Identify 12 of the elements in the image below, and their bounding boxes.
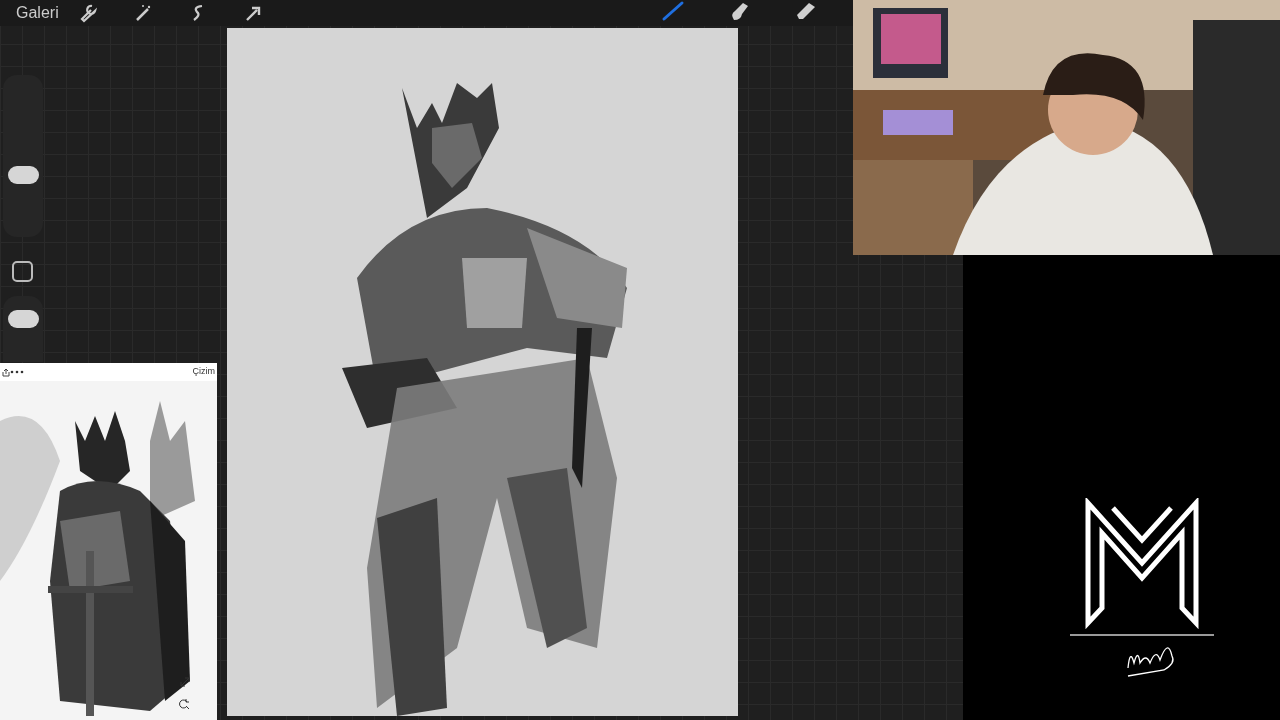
gallery-button[interactable]: Galeri <box>16 1 59 25</box>
opacity-slider[interactable] <box>3 296 43 362</box>
brush-size-slider[interactable] <box>3 75 43 237</box>
modify-button[interactable] <box>12 261 33 282</box>
slider-thumb[interactable] <box>8 309 39 328</box>
slider-thumb[interactable] <box>8 165 39 184</box>
expand-icon[interactable] <box>179 676 191 688</box>
brush-icon[interactable] <box>660 0 686 22</box>
share-icon[interactable] <box>2 367 10 377</box>
rotate-icon[interactable] <box>178 698 190 710</box>
more-icon[interactable] <box>10 370 24 374</box>
reference-title: Çizim <box>192 365 215 379</box>
